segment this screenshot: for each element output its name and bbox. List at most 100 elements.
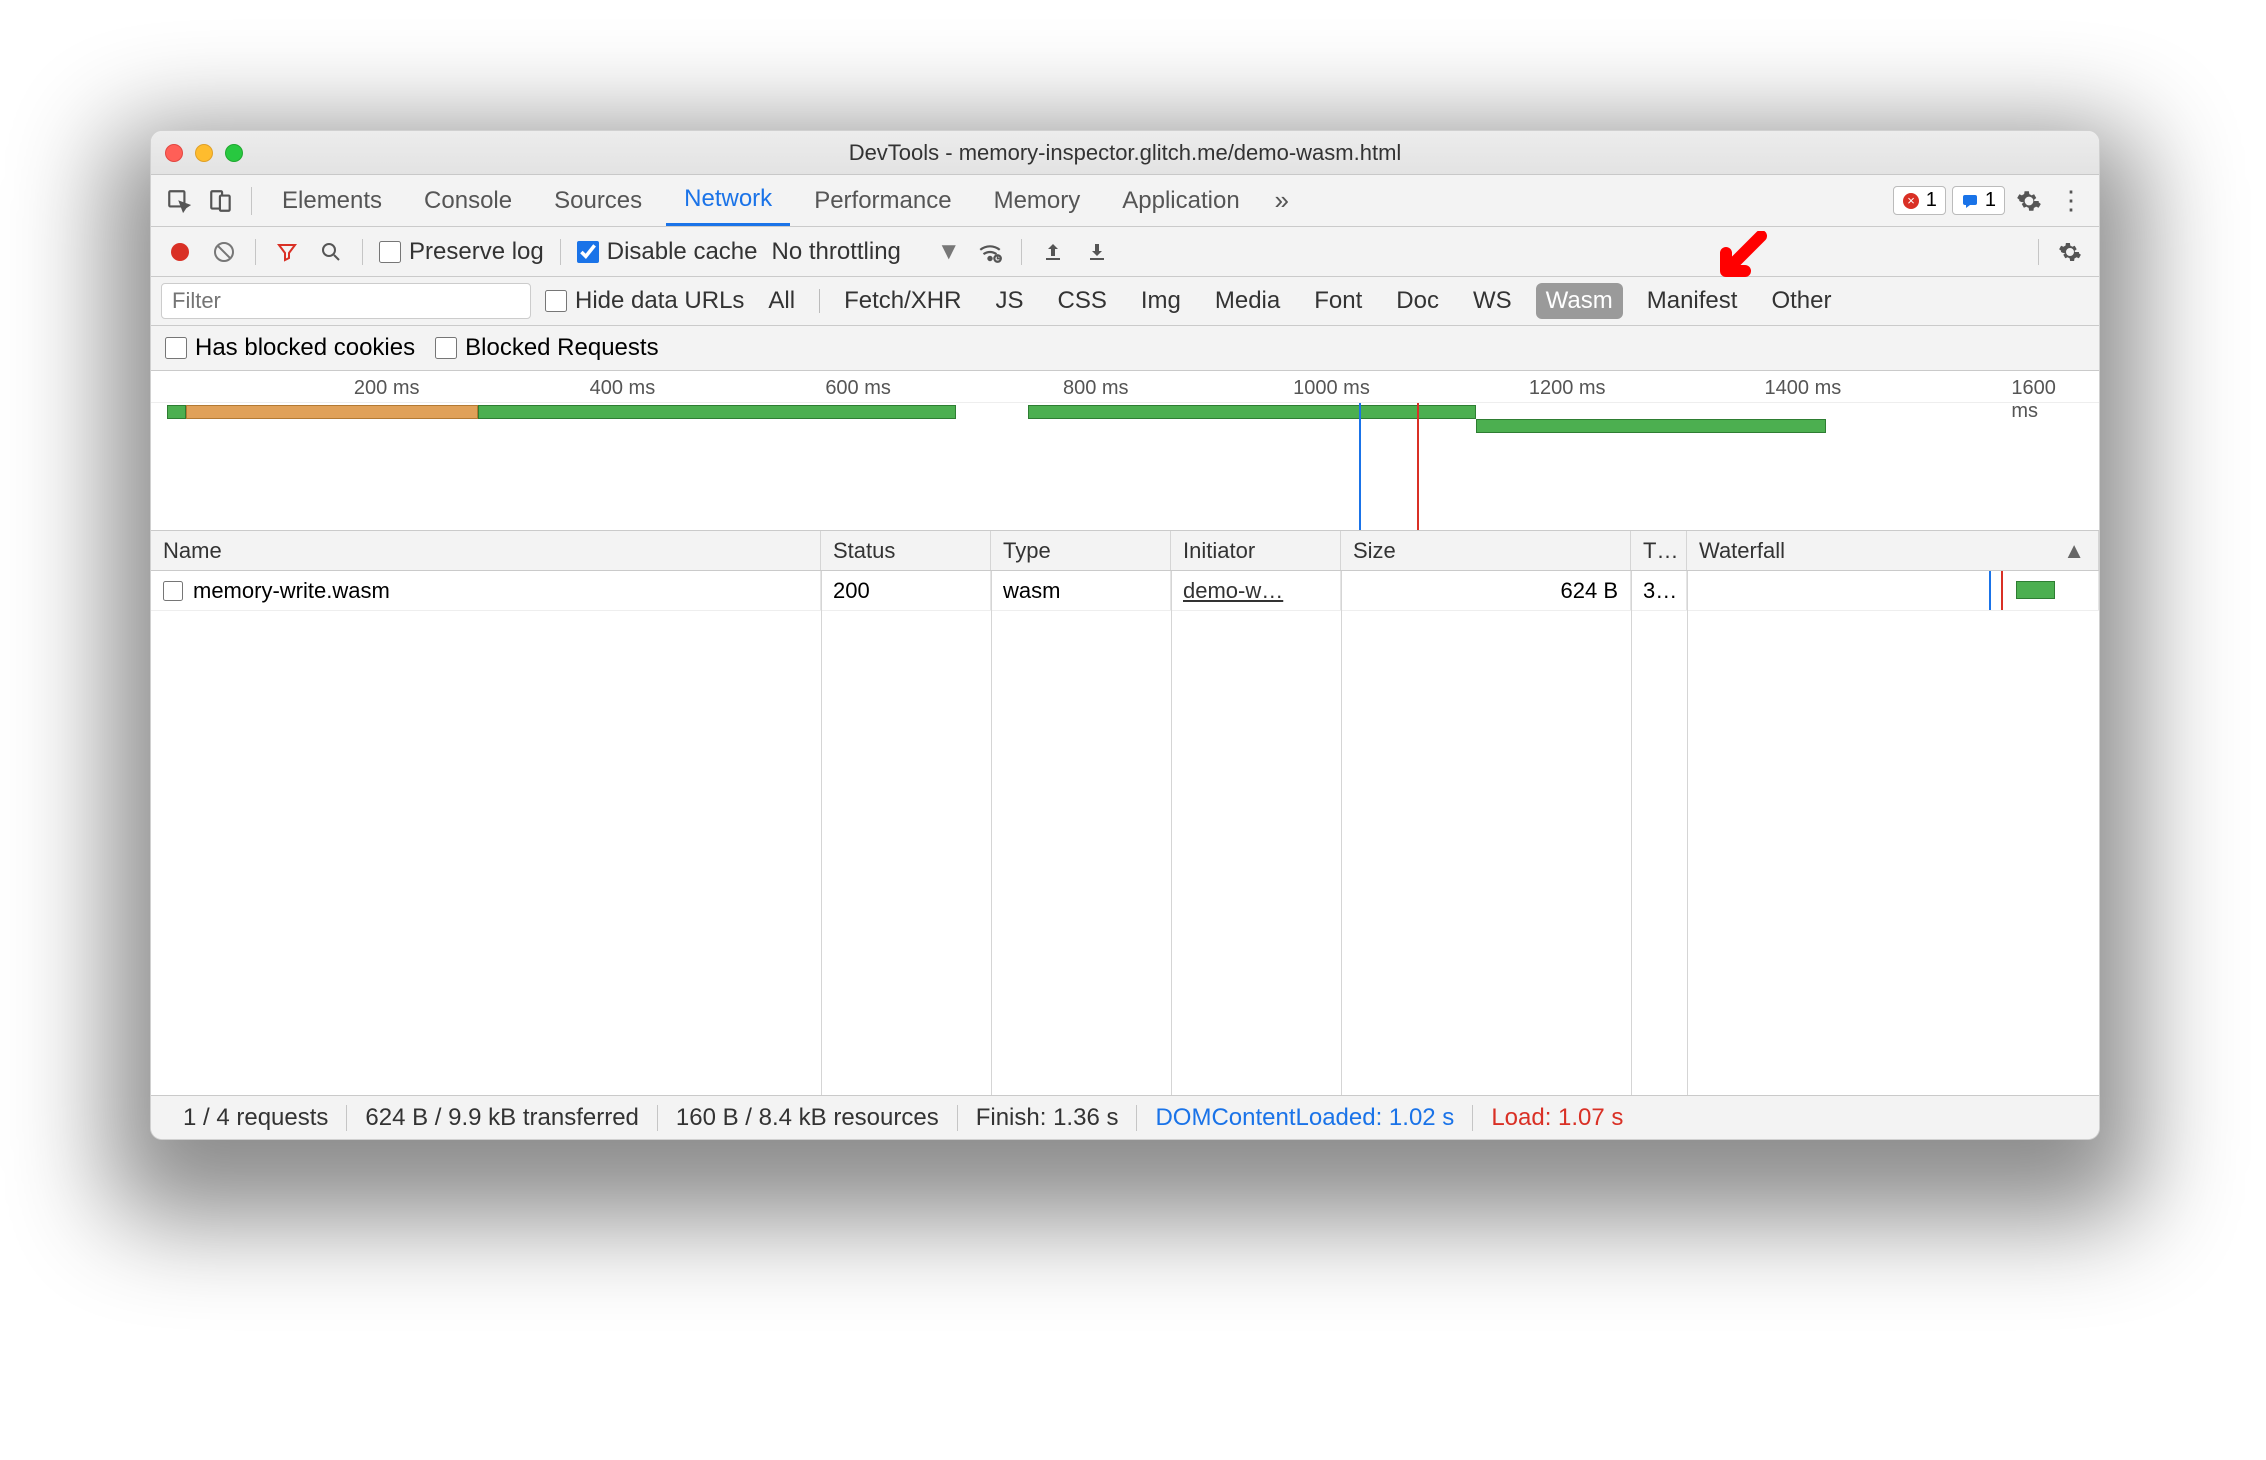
type-manifest[interactable]: Manifest <box>1637 283 1748 319</box>
type-img[interactable]: Img <box>1131 283 1191 319</box>
filter-input[interactable] <box>161 283 531 319</box>
status-bar: 1 / 4 requests 624 B / 9.9 kB transferre… <box>151 1095 2099 1139</box>
type-doc[interactable]: Doc <box>1386 283 1449 319</box>
upload-har-icon[interactable] <box>1038 237 1068 267</box>
overview-bar <box>1476 419 1827 433</box>
wf-load-line <box>2001 571 2003 610</box>
throttling-value: No throttling <box>771 238 900 266</box>
separator <box>362 239 363 265</box>
main-tabs: Elements Console Sources Network Perform… <box>151 175 2099 227</box>
preserve-log-label: Preserve log <box>409 238 544 266</box>
overview-bars <box>151 405 2099 435</box>
tab-application[interactable]: Application <box>1104 175 1257 226</box>
blocked-cookies-label: Has blocked cookies <box>195 334 415 362</box>
tab-console[interactable]: Console <box>406 175 530 226</box>
cell-initiator: demo-w… <box>1171 571 1341 610</box>
status-dcl: DOMContentLoaded: 1.02 s <box>1137 1104 1472 1132</box>
preserve-log-checkbox[interactable]: Preserve log <box>379 238 544 266</box>
tick: 1000 ms <box>1293 377 1370 400</box>
blocked-requests-checkbox[interactable]: Blocked Requests <box>435 334 658 362</box>
kebab-menu-icon[interactable]: ⋮ <box>2053 183 2089 219</box>
col-name[interactable]: Name <box>151 531 821 570</box>
hide-data-urls-checkbox[interactable]: Hide data URLs <box>545 287 744 315</box>
wf-dcl-line <box>1989 571 1991 610</box>
separator <box>1021 239 1022 265</box>
network-overview[interactable]: 200 ms 400 ms 600 ms 800 ms 1000 ms 1200… <box>151 371 2099 531</box>
overview-bar <box>478 405 955 419</box>
separator <box>2038 239 2039 265</box>
tick: 1200 ms <box>1529 377 1606 400</box>
tick: 600 ms <box>825 377 891 400</box>
tick: 800 ms <box>1063 377 1129 400</box>
tab-memory[interactable]: Memory <box>976 175 1099 226</box>
row-checkbox[interactable] <box>163 581 183 601</box>
tick: 1400 ms <box>1765 377 1842 400</box>
throttling-dropdown[interactable]: No throttling ▼ <box>771 238 960 266</box>
download-har-icon[interactable] <box>1082 237 1112 267</box>
message-icon <box>1961 192 1979 210</box>
status-resources: 160 B / 8.4 kB resources <box>658 1104 957 1132</box>
window-title: DevTools - memory-inspector.glitch.me/de… <box>151 140 2099 166</box>
type-ws[interactable]: WS <box>1463 283 1522 319</box>
devtools-window: DevTools - memory-inspector.glitch.me/de… <box>150 130 2100 1140</box>
table-body: memory-write.wasm 200 wasm demo-w… 624 B… <box>151 571 2099 1095</box>
col-time[interactable]: T… <box>1631 531 1687 570</box>
tab-performance[interactable]: Performance <box>796 175 969 226</box>
titlebar: DevTools - memory-inspector.glitch.me/de… <box>151 131 2099 175</box>
cell-size: 624 B <box>1341 571 1631 610</box>
col-status[interactable]: Status <box>821 531 991 570</box>
clear-button[interactable] <box>209 237 239 267</box>
type-other[interactable]: Other <box>1761 283 1841 319</box>
sub-filter-bar: Has blocked cookies Blocked Requests <box>151 326 2099 371</box>
overview-bar <box>167 405 186 419</box>
filter-bar: Hide data URLs All Fetch/XHR JS CSS Img … <box>151 277 2099 326</box>
separator <box>560 239 561 265</box>
network-conditions-icon[interactable] <box>975 237 1005 267</box>
device-toggle-icon[interactable] <box>203 183 239 219</box>
type-css[interactable]: CSS <box>1047 283 1116 319</box>
type-fetchxhr[interactable]: Fetch/XHR <box>834 283 971 319</box>
cell-waterfall <box>1687 571 2099 610</box>
messages-count: 1 <box>1985 189 1996 212</box>
type-all[interactable]: All <box>758 283 805 319</box>
initiator-link[interactable]: demo-w… <box>1183 578 1283 604</box>
col-type[interactable]: Type <box>991 531 1171 570</box>
filter-toggle-icon[interactable] <box>272 237 302 267</box>
wf-bar <box>2016 581 2055 599</box>
tab-sources[interactable]: Sources <box>536 175 660 226</box>
disable-cache-checkbox[interactable]: Disable cache <box>577 238 758 266</box>
hide-data-urls-label: Hide data URLs <box>575 287 744 315</box>
cell-time: 3… <box>1631 571 1687 610</box>
messages-badge[interactable]: 1 <box>1952 186 2005 215</box>
overview-ruler: 200 ms 400 ms 600 ms 800 ms 1000 ms 1200… <box>151 371 2099 403</box>
settings-icon[interactable] <box>2011 183 2047 219</box>
type-font[interactable]: Font <box>1304 283 1372 319</box>
requests-table: Name Status Type Initiator Size T… Water… <box>151 531 2099 1095</box>
separator <box>255 239 256 265</box>
blocked-cookies-checkbox[interactable]: Has blocked cookies <box>165 334 415 362</box>
tab-network[interactable]: Network <box>666 175 790 226</box>
type-js[interactable]: JS <box>985 283 1033 319</box>
svg-text:×: × <box>1907 193 1915 208</box>
errors-badge[interactable]: × 1 <box>1893 186 1946 215</box>
search-icon[interactable] <box>316 237 346 267</box>
col-size[interactable]: Size <box>1341 531 1631 570</box>
more-tabs-icon[interactable]: » <box>1264 183 1300 219</box>
table-row[interactable]: memory-write.wasm 200 wasm demo-w… 624 B… <box>151 571 2099 611</box>
table-header: Name Status Type Initiator Size T… Water… <box>151 531 2099 571</box>
type-wasm[interactable]: Wasm <box>1536 283 1623 319</box>
network-settings-icon[interactable] <box>2055 237 2085 267</box>
tick: 200 ms <box>354 377 420 400</box>
col-initiator[interactable]: Initiator <box>1171 531 1341 570</box>
tab-elements[interactable]: Elements <box>264 175 400 226</box>
col-waterfall[interactable]: Waterfall ▲ <box>1687 531 2099 570</box>
col-waterfall-label: Waterfall <box>1699 538 1785 564</box>
inspect-element-icon[interactable] <box>161 183 197 219</box>
errors-count: 1 <box>1926 189 1937 212</box>
cell-type: wasm <box>991 571 1171 610</box>
record-button[interactable] <box>165 237 195 267</box>
overview-bar <box>1028 405 1476 419</box>
type-media[interactable]: Media <box>1205 283 1290 319</box>
annotation-arrow-icon <box>1711 231 1771 281</box>
status-load: Load: 1.07 s <box>1473 1104 1641 1132</box>
